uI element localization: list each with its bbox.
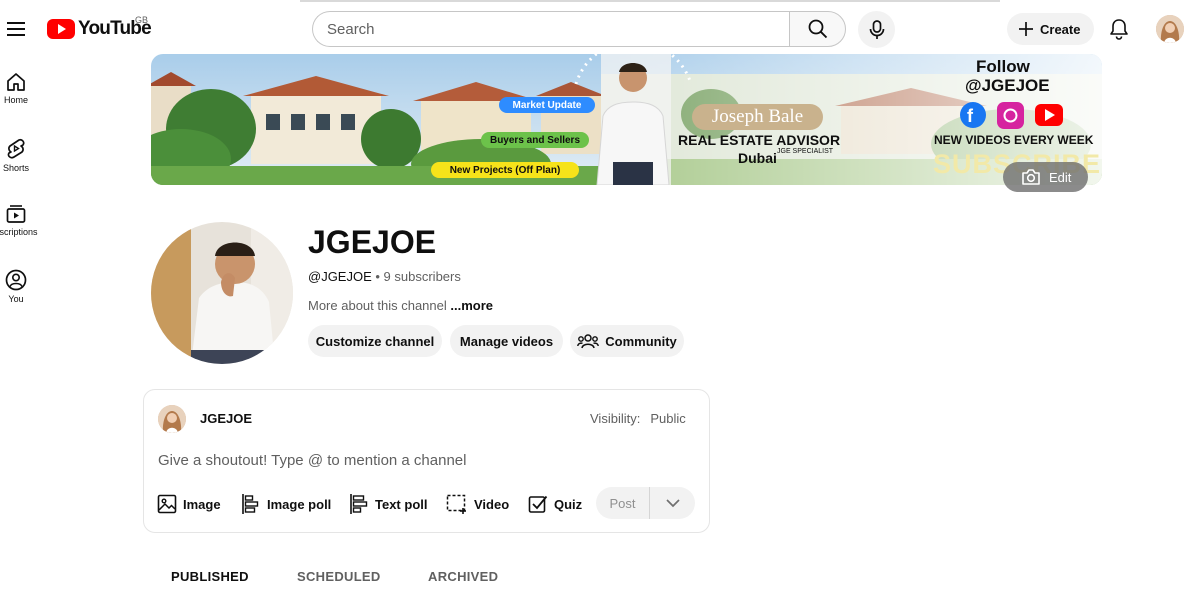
visibility-value: Public [650, 411, 686, 426]
avatar-photo [158, 405, 186, 433]
edit-banner-button[interactable]: Edit [1003, 162, 1088, 192]
post-text-input[interactable]: Give a shoutout! Type @ to mention a cha… [158, 452, 466, 469]
banner-specialist: JGE SPECIALIST [777, 148, 834, 155]
you-icon [5, 269, 27, 291]
masthead: YouTube GB Create [0, 0, 1200, 58]
search-box [312, 11, 846, 47]
video-post-button[interactable]: Video [446, 493, 509, 515]
account-avatar[interactable] [1156, 15, 1184, 43]
banner-follow-handle: @JGEJOE [965, 76, 1050, 95]
banner-new-videos: NEW VIDEOS EVERY WEEK [934, 133, 1094, 147]
channel-banner: f Market Update Buyers and Sellers New P… [151, 54, 1102, 185]
quiz-label: Quiz [554, 496, 583, 512]
banner-follow: Follow [976, 57, 1030, 76]
about-more-link[interactable]: ...more [450, 298, 493, 313]
text-poll-icon [350, 494, 368, 514]
bell-icon [1110, 19, 1128, 40]
image-icon [157, 494, 177, 514]
quiz-post-button[interactable]: Quiz [528, 493, 582, 515]
subscriptions-icon [6, 205, 26, 223]
channel-meta: @JGEJOE • 9 subscribers [308, 269, 461, 284]
video-label: Video [474, 496, 510, 512]
rail-item-you[interactable]: You [0, 269, 32, 304]
about-text: More about this channel [308, 298, 447, 313]
top-divider [300, 0, 1000, 2]
rail-label: bscriptions [0, 227, 38, 237]
rail-label: You [8, 294, 24, 304]
post-button-group: Post [596, 487, 695, 519]
shorts-icon [7, 138, 25, 159]
avatar-photo [1156, 15, 1184, 43]
rail-item-shorts[interactable]: Shorts [0, 138, 32, 173]
home-icon [7, 73, 25, 91]
notifications-button[interactable] [1106, 16, 1132, 42]
microphone-icon [869, 19, 884, 39]
voice-search-button[interactable] [858, 11, 895, 48]
image-poll-button[interactable]: Image poll [241, 493, 331, 515]
banner-tag-market-update: Market Update [499, 97, 595, 113]
subscriber-count: 9 subscribers [383, 269, 461, 284]
banner-advisor-name: Joseph Bale [692, 104, 823, 130]
community-button[interactable]: Community [570, 325, 684, 357]
search-input[interactable] [312, 11, 789, 47]
svg-text:f: f [967, 106, 974, 126]
channel-name: JGEJOE [308, 224, 437, 260]
hamburger-icon [7, 22, 25, 36]
search-icon [808, 19, 827, 39]
channel-avatar[interactable] [151, 222, 293, 364]
channel-about[interactable]: More about this channel ...more [308, 298, 493, 313]
channel-avatar-photo [151, 222, 293, 364]
rail-label: Shorts [2, 163, 29, 173]
rail-item-home[interactable]: Home [0, 72, 32, 105]
banner-tag-buyers-sellers: Buyers and Sellers [481, 132, 589, 148]
post-button[interactable]: Post [596, 487, 650, 519]
youtube-play-icon [47, 19, 75, 39]
plus-icon [1019, 22, 1033, 36]
meta-separator: • [371, 269, 384, 284]
banner-role: REAL ESTATE ADVISOR [678, 132, 841, 148]
manage-videos-button[interactable]: Manage videos [450, 325, 563, 357]
create-button[interactable]: Create [1007, 13, 1094, 45]
rail-label: Home [3, 95, 28, 105]
composer-author: JGEJOE [200, 411, 253, 426]
search-button[interactable] [789, 11, 846, 47]
channel-handle: @JGEJOE [308, 269, 372, 284]
customize-channel-button[interactable]: Customize channel [308, 325, 442, 357]
quiz-icon [528, 495, 548, 513]
image-poll-icon [242, 494, 259, 514]
edit-label: Edit [1049, 169, 1072, 185]
rail-item-subscriptions[interactable]: bscriptions [0, 204, 38, 237]
image-label: Image [183, 496, 221, 512]
chevron-down-icon [665, 498, 680, 507]
people-icon [577, 334, 600, 349]
tab-archived[interactable]: ARCHIVED [428, 569, 498, 584]
banner-tag-new-projects: New Projects (Off Plan) [431, 162, 579, 178]
image-post-button[interactable]: Image [157, 493, 221, 515]
post-composer: JGEJOE Visibility: Public Give a shoutout… [143, 389, 710, 533]
text-poll-button[interactable]: Text poll [349, 493, 427, 515]
guide-menu-button[interactable] [4, 17, 28, 41]
video-icon [446, 494, 466, 514]
visibility-selector[interactable]: Visibility: Public [590, 411, 686, 426]
visibility-label: Visibility: [590, 411, 641, 426]
tab-published[interactable]: PUBLISHED [171, 569, 249, 584]
create-label: Create [1040, 21, 1081, 37]
camera-icon [1022, 169, 1040, 185]
banner-city: Dubai [738, 150, 777, 166]
community-label: Community [605, 333, 677, 349]
post-options-dropdown[interactable] [650, 487, 695, 519]
tab-scheduled[interactable]: SCHEDULED [297, 569, 381, 584]
text-poll-label: Text poll [375, 496, 428, 512]
image-poll-label: Image poll [267, 496, 332, 512]
composer-avatar [158, 405, 186, 433]
region-code: GB [135, 15, 149, 25]
